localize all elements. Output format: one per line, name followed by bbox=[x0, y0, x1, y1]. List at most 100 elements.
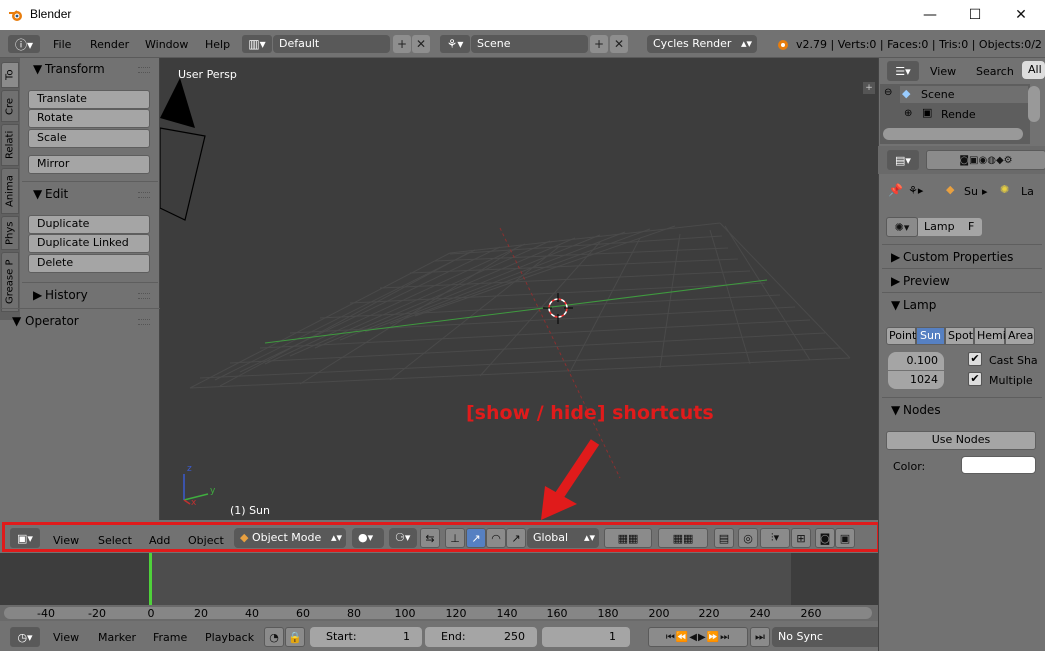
lamp-type-area[interactable]: Area bbox=[1005, 327, 1035, 345]
lamp-type-spot[interactable]: Spot bbox=[945, 327, 974, 345]
edit-panel-title[interactable]: Edit bbox=[45, 187, 68, 201]
mirror-button[interactable]: Mirror bbox=[28, 155, 150, 174]
menu-file[interactable]: File bbox=[53, 38, 71, 51]
tab-tools[interactable]: To bbox=[1, 62, 19, 88]
panel-grip-icon[interactable] bbox=[138, 319, 150, 325]
panel-collapse-arrow-icon[interactable]: ▶ bbox=[891, 250, 900, 264]
menu-help[interactable]: Help bbox=[205, 38, 230, 51]
lamp-type-point[interactable]: Point bbox=[886, 327, 916, 345]
timeline-menu-marker[interactable]: Marker bbox=[98, 631, 136, 644]
panel-expand-arrow-icon[interactable]: ▼ bbox=[891, 403, 900, 417]
cast-shadow-checkbox[interactable]: ✔ bbox=[968, 352, 982, 366]
outliner-filter-select[interactable]: All bbox=[1022, 61, 1045, 79]
pin-icon[interactable]: 📌 bbox=[888, 183, 903, 197]
rotate-button[interactable]: Rotate bbox=[28, 109, 150, 128]
custom-properties-panel[interactable]: Custom Properties bbox=[903, 250, 1013, 264]
properties-context-tabs[interactable]: ◙▣◉◍◆⚙ bbox=[926, 150, 1045, 170]
samples-field[interactable]: 1024 bbox=[888, 371, 944, 389]
minimize-button[interactable]: — bbox=[907, 0, 953, 30]
menu-window[interactable]: Window bbox=[145, 38, 188, 51]
panel-expand-arrow-icon[interactable]: ▼ bbox=[33, 187, 42, 201]
menu-render[interactable]: Render bbox=[90, 38, 129, 51]
current-frame-marker[interactable] bbox=[149, 553, 152, 605]
add-scene-icon[interactable]: + bbox=[590, 35, 608, 53]
outliner-menu-search[interactable]: Search bbox=[976, 65, 1014, 78]
outliner-vscroll[interactable] bbox=[1028, 86, 1040, 122]
tab-grease-pencil[interactable]: Grease P bbox=[1, 252, 19, 312]
sync-select[interactable]: No Sync bbox=[772, 627, 878, 647]
multiple-importance-checkbox[interactable]: ✔ bbox=[968, 372, 982, 386]
expand-icon[interactable]: ⊕ bbox=[904, 108, 912, 119]
color-swatch[interactable] bbox=[961, 456, 1036, 474]
preview-range-icon[interactable]: ◔ bbox=[264, 627, 284, 647]
nodes-panel-title[interactable]: Nodes bbox=[903, 403, 941, 417]
panel-expand-arrow-icon[interactable]: ▼ bbox=[891, 298, 900, 312]
camera-object[interactable] bbox=[160, 78, 195, 128]
sun-lamp-object[interactable] bbox=[159, 127, 206, 221]
fake-user-button[interactable]: F bbox=[962, 218, 982, 236]
region-toggle-plus-icon[interactable]: + bbox=[863, 82, 875, 94]
outliner-item-render[interactable]: Rende bbox=[941, 108, 976, 121]
lamp-panel-title[interactable]: Lamp bbox=[903, 298, 936, 312]
panel-collapse-arrow-icon[interactable]: ▶ bbox=[891, 274, 900, 288]
lamp-type-sun[interactable]: Sun bbox=[916, 327, 945, 345]
lamp-datablock-name[interactable]: Lamp bbox=[918, 218, 962, 236]
3d-viewport[interactable]: User Persp (1) Sun z y x + bbox=[159, 58, 878, 520]
scene-icon[interactable]: ⚘▾ bbox=[440, 35, 470, 53]
current-frame-field[interactable]: 1 bbox=[542, 627, 630, 647]
timeline-area[interactable] bbox=[0, 553, 878, 605]
lamp-type-hemi[interactable]: Hemi bbox=[974, 327, 1006, 345]
lamp-datablock-icon[interactable]: ✺▾ bbox=[886, 217, 918, 237]
tab-physics[interactable]: Phys bbox=[1, 216, 19, 250]
maximize-button[interactable]: ☐ bbox=[952, 0, 998, 30]
transform-panel-title[interactable]: Transform bbox=[45, 62, 105, 76]
panel-grip-icon[interactable] bbox=[138, 67, 150, 73]
collapse-icon[interactable]: ⊖ bbox=[884, 87, 892, 98]
timeline-menu-playback[interactable]: Playback bbox=[205, 631, 254, 644]
playback-controls[interactable]: ⏮⏪◀▶⏩⏭ bbox=[648, 627, 748, 647]
add-layout-icon[interactable]: + bbox=[393, 35, 411, 53]
delete-button[interactable]: Delete bbox=[28, 254, 150, 273]
panel-expand-arrow-icon[interactable]: ▼ bbox=[33, 62, 42, 76]
panel-expand-arrow-icon[interactable]: ▼ bbox=[12, 314, 21, 328]
current-frame-value: 1 bbox=[609, 630, 616, 643]
close-button[interactable]: ✕ bbox=[998, 0, 1044, 30]
render-engine-select[interactable]: Cycles Render ▴▾ bbox=[647, 35, 757, 53]
panel-collapse-arrow-icon[interactable]: ▶ bbox=[33, 288, 42, 302]
scale-button[interactable]: Scale bbox=[28, 129, 150, 148]
scrollbar-thumb[interactable] bbox=[4, 607, 872, 619]
panel-grip-icon[interactable] bbox=[138, 192, 150, 198]
start-frame-field[interactable]: Start: 1 bbox=[310, 627, 422, 647]
tab-animation[interactable]: Anima bbox=[1, 168, 19, 214]
timeline-menu-frame[interactable]: Frame bbox=[153, 631, 187, 644]
use-nodes-button[interactable]: Use Nodes bbox=[886, 431, 1036, 450]
lock-range-icon[interactable]: 🔒 bbox=[285, 627, 305, 647]
outliner-editor-icon[interactable]: ☰▾ bbox=[887, 61, 919, 81]
outliner-hscroll[interactable] bbox=[883, 128, 1023, 140]
timeline-editor-icon[interactable]: ◷▾ bbox=[10, 627, 40, 647]
duplicate-linked-button[interactable]: Duplicate Linked bbox=[28, 234, 150, 253]
properties-editor-icon[interactable]: ▤▾ bbox=[887, 150, 919, 170]
info-editor-icon[interactable]: ⓘ▾ bbox=[8, 35, 40, 53]
preview-panel[interactable]: Preview bbox=[903, 274, 950, 288]
tab-create[interactable]: Cre bbox=[1, 90, 19, 122]
panel-grip-icon[interactable] bbox=[138, 293, 150, 299]
remove-scene-icon[interactable]: ✕ bbox=[610, 35, 628, 53]
remove-layout-icon[interactable]: ✕ bbox=[412, 35, 430, 53]
translate-button[interactable]: Translate bbox=[28, 90, 150, 109]
size-field[interactable]: 0.100 bbox=[888, 352, 944, 370]
layout-icon[interactable]: ▥▾ bbox=[242, 35, 272, 53]
outliner-menu-view[interactable]: View bbox=[930, 65, 956, 78]
layout-field[interactable]: Default bbox=[273, 35, 390, 53]
history-panel-title[interactable]: History bbox=[45, 288, 88, 302]
timeline-scrollbar[interactable] bbox=[0, 605, 878, 621]
duplicate-button[interactable]: Duplicate bbox=[28, 215, 150, 234]
keying-icon[interactable]: ⏭ bbox=[750, 627, 770, 647]
outliner-item-scene[interactable]: Scene bbox=[921, 88, 955, 101]
timeline-menu-view[interactable]: View bbox=[53, 631, 79, 644]
scene-stats: v2.79 | Verts:0 | Faces:0 | Tris:0 | Obj… bbox=[796, 38, 1045, 51]
operator-panel-title[interactable]: Operator bbox=[25, 314, 79, 328]
scene-field[interactable]: Scene bbox=[471, 35, 588, 53]
tab-relations[interactable]: Relati bbox=[1, 124, 19, 166]
end-frame-field[interactable]: End: 250 bbox=[425, 627, 537, 647]
